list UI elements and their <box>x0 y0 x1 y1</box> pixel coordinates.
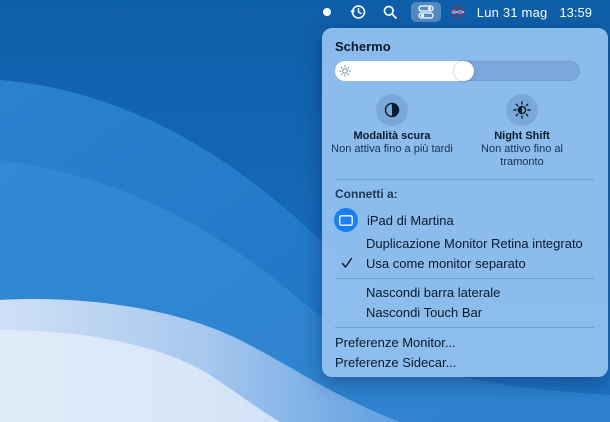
brightness-slider[interactable] <box>335 61 580 81</box>
device-name: iPad di Martina <box>367 212 454 228</box>
night-shift-toggle[interactable]: Night Shift Non attivo fino al tramonto <box>451 94 593 169</box>
mirror-display-option[interactable]: Duplicazione Monitor Retina integrato <box>366 236 583 252</box>
brightness-fill <box>335 61 464 81</box>
night-shift-status-line2: tramonto <box>500 156 544 168</box>
dark-mode-status: Non attiva fino a più tardi <box>331 143 453 155</box>
brightness-sun-icon <box>339 65 351 77</box>
connect-header: Connetti a: <box>335 187 398 201</box>
menubar-date[interactable]: Lun 31 mag <box>477 0 548 24</box>
divider <box>335 278 594 279</box>
night-shift-status-line1: Non attivo fino al <box>481 143 563 155</box>
dark-mode-toggle[interactable]: Modalità scura Non attiva fino a più tar… <box>322 94 462 156</box>
display-panel: Schermo Modalità scura Non attiva fino a… <box>322 28 608 377</box>
spotlight-search-icon[interactable] <box>379 0 401 24</box>
dark-mode-icon[interactable] <box>376 94 408 126</box>
hide-sidebar-option[interactable]: Nascondi barra laterale <box>366 285 500 301</box>
sidecar-preferences-link[interactable]: Preferenze Sidecar... <box>335 355 456 371</box>
hide-touchbar-option[interactable]: Nascondi Touch Bar <box>366 305 482 321</box>
night-shift-label: Night Shift <box>494 130 550 142</box>
time-machine-icon[interactable] <box>347 0 369 24</box>
divider <box>335 327 594 328</box>
control-center-icon[interactable] <box>410 2 441 22</box>
separate-display-option[interactable]: Usa come monitor separato <box>366 256 526 272</box>
dark-mode-label: Modalità scura <box>353 130 431 142</box>
night-shift-icon[interactable] <box>506 94 538 126</box>
brightness-knob[interactable] <box>454 61 474 81</box>
ipad-icon <box>334 208 358 232</box>
monitor-preferences-link[interactable]: Preferenze Monitor... <box>335 335 456 351</box>
siri-icon[interactable] <box>449 0 467 24</box>
panel-title: Schermo <box>335 39 391 54</box>
device-ipad[interactable]: iPad di Martina <box>334 208 454 232</box>
status-dot-icon[interactable] <box>322 0 347 24</box>
checkmark-icon <box>341 257 353 268</box>
divider <box>335 179 594 180</box>
menubar-time[interactable]: 13:59 <box>559 0 592 24</box>
menu-bar: Lun 31 mag 13:59 <box>0 0 610 24</box>
